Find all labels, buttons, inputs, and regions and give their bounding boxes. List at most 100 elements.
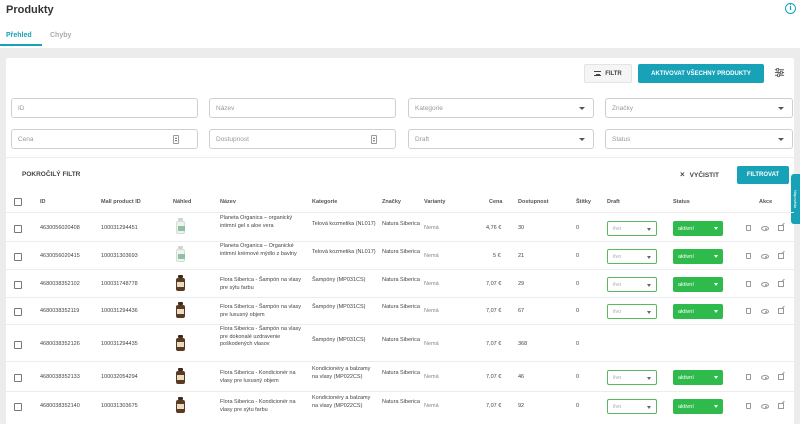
trash-icon[interactable]	[746, 281, 751, 287]
cell-price: 7,07 €	[486, 341, 502, 347]
cell-variant: Nemá	[424, 341, 439, 347]
external-link-icon[interactable]	[778, 374, 784, 380]
apply-filter-button[interactable]: FILTROVAT	[737, 166, 789, 184]
status-value: aktivní	[678, 253, 694, 260]
settings-icon[interactable]	[774, 67, 785, 78]
status-select[interactable]: Status	[605, 129, 793, 149]
row-checkbox[interactable]	[14, 403, 22, 411]
cell-name[interactable]: Flora Siberica - Kondicionér na vlasy pr…	[220, 399, 305, 414]
header-mall-id[interactable]: Mall product ID	[101, 199, 141, 205]
eye-icon[interactable]	[761, 254, 769, 259]
number-stepper-icon[interactable]	[173, 135, 179, 144]
status-value: aktivní	[678, 374, 694, 381]
row-checkbox[interactable]	[14, 308, 22, 316]
row-checkbox[interactable]	[14, 341, 22, 349]
cell-name[interactable]: Planeta Organica – organický intimní gel…	[220, 215, 305, 230]
header-price[interactable]: Cena	[489, 199, 502, 205]
product-thumbnail[interactable]	[176, 218, 185, 234]
row-draft-select[interactable]: ilvo	[607, 249, 657, 264]
header-category[interactable]: Kategorie	[312, 199, 337, 205]
draft-value: ilvo	[613, 374, 622, 381]
activate-all-button[interactable]: AKTIVOVAT VŠECHNY PRODUKTY	[638, 64, 764, 83]
select-all-checkbox[interactable]	[14, 198, 22, 206]
number-stepper-icon[interactable]	[371, 135, 377, 144]
cell-mall-id: 100032054294	[101, 374, 138, 380]
cell-category: Kondicionéry a balzamy na vlasy (MP022CS…	[312, 395, 371, 409]
cell-name[interactable]: Flora Siberica - Kondicionér na vlasy pr…	[220, 370, 305, 385]
cell-brand: Natura Siberica	[382, 370, 420, 376]
external-link-icon[interactable]	[778, 403, 784, 409]
cell-mall-id: 100031294451	[101, 225, 138, 231]
clear-button[interactable]: × VYČISTIT	[680, 170, 719, 179]
row-checkbox[interactable]	[14, 281, 22, 289]
row-draft-select[interactable]: ilvo	[607, 277, 657, 292]
product-thumbnail[interactable]	[176, 335, 185, 351]
trash-icon[interactable]	[746, 225, 751, 231]
eye-icon[interactable]	[761, 309, 769, 314]
draft-select[interactable]: Draft	[408, 129, 594, 149]
row-checkbox[interactable]	[14, 253, 22, 261]
header-id[interactable]: ID	[40, 199, 46, 205]
info-icon[interactable]: i	[785, 3, 796, 14]
trash-icon[interactable]	[746, 403, 751, 409]
product-thumbnail[interactable]	[176, 397, 185, 413]
eye-icon[interactable]	[761, 282, 769, 287]
row-draft-select[interactable]: ilvo	[607, 221, 657, 236]
filter-button[interactable]: FILTR	[584, 64, 632, 83]
row-checkbox[interactable]	[14, 225, 22, 233]
price-placeholder: Cena	[18, 135, 34, 143]
cell-name[interactable]: Flora Siberica - Šampón na vlasy pre sýt…	[220, 277, 305, 292]
category-select[interactable]: Kategorie	[408, 98, 594, 118]
product-thumbnail[interactable]	[176, 302, 185, 318]
cell-labels: 0	[576, 403, 580, 409]
row-status-select[interactable]: aktivní	[673, 399, 723, 414]
cell-id: 4680038352140	[40, 403, 80, 409]
cell-name[interactable]: Planeta Organica – Organické intimní kré…	[220, 243, 305, 258]
product-thumbnail[interactable]	[176, 246, 185, 262]
brands-select[interactable]: Značky	[605, 98, 793, 118]
row-status-select[interactable]: aktivní	[673, 370, 723, 385]
tab-chyby[interactable]: Chyby	[50, 32, 71, 39]
row-status-select[interactable]: aktivní	[673, 304, 723, 319]
eye-icon[interactable]	[761, 375, 769, 380]
advanced-filter-toggle[interactable]: POKROČILÝ FILTR	[22, 171, 80, 178]
id-placeholder: ID	[18, 104, 25, 112]
cell-brand: Natura Siberica	[382, 399, 420, 405]
trash-icon[interactable]	[746, 253, 751, 259]
row-draft-select[interactable]: ilvo	[607, 370, 657, 385]
cell-price: 7,07 €	[486, 281, 502, 287]
cell-name[interactable]: Flora Siberica - Šampón na vlasy pre lux…	[220, 304, 305, 319]
id-input[interactable]: ID	[11, 98, 198, 118]
tab-prehled[interactable]: Přehled	[6, 32, 32, 39]
cell-name[interactable]: Flora Siberica - Šampón na vlasy pre dok…	[220, 326, 305, 349]
row-draft-select[interactable]: ilvo	[607, 399, 657, 414]
eye-icon[interactable]	[761, 226, 769, 231]
availability-input[interactable]: Dostupnost	[209, 129, 396, 149]
header-availability[interactable]: Dostupnost	[518, 199, 549, 205]
row-divider	[6, 324, 794, 325]
header-brands[interactable]: Značky	[382, 199, 401, 205]
trash-icon[interactable]	[746, 308, 751, 314]
external-link-icon[interactable]	[778, 225, 784, 231]
cell-brand: Natura Siberica	[382, 221, 420, 227]
header-name[interactable]: Název	[220, 199, 236, 205]
close-icon: ×	[680, 170, 685, 179]
trash-icon[interactable]	[746, 374, 751, 380]
product-thumbnail[interactable]	[176, 275, 185, 291]
row-status-select[interactable]: aktivní	[673, 221, 723, 236]
filter-icon	[594, 71, 602, 76]
price-input[interactable]: Cena	[11, 129, 198, 149]
row-divider	[6, 297, 794, 298]
external-link-icon[interactable]	[778, 308, 784, 314]
name-input[interactable]: Název	[209, 98, 396, 118]
external-link-icon[interactable]	[778, 253, 784, 259]
row-status-select[interactable]: aktivní	[673, 249, 723, 264]
external-link-icon[interactable]	[778, 281, 784, 287]
row-status-select[interactable]: aktivní	[673, 277, 723, 292]
eye-icon[interactable]	[761, 404, 769, 409]
row-draft-select[interactable]: ilvo	[607, 304, 657, 319]
product-thumbnail[interactable]	[176, 368, 185, 384]
help-side-tab[interactable]: Nápověda	[791, 174, 800, 224]
row-checkbox[interactable]	[14, 374, 22, 382]
cell-id: 4680038352126	[40, 341, 80, 347]
